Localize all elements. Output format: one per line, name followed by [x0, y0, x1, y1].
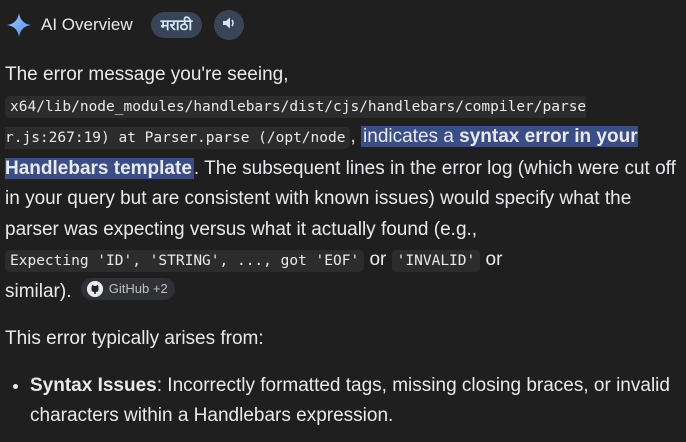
code-text: r.js:267:19) at Parser.parse (/opt/node: [5, 130, 346, 146]
github-icon: [86, 281, 103, 298]
answer-paragraph: The error message you're seeing, x64/lib/…: [5, 60, 681, 307]
code-snippet-expecting: Expecting 'ID', 'STRING', ..., got 'EOF': [5, 250, 365, 272]
highlight-text: indicates a: [363, 126, 460, 147]
paragraph-text: The error message you're seeing,: [5, 64, 289, 85]
answer-paragraph-2: This error typically arises from:: [5, 328, 264, 349]
paragraph-text: similar).: [5, 280, 72, 302]
paragraph-text: or: [485, 249, 503, 270]
list-item: Syntax Issues: Incorrectly formatted tag…: [30, 371, 681, 432]
speaker-icon: [221, 15, 237, 36]
language-chip[interactable]: मराठी: [150, 12, 203, 38]
list-item-title: Syntax Issues: [30, 374, 157, 396]
cause-list: Syntax Issues: Incorrectly formatted tag…: [5, 371, 681, 432]
paragraph-text: or: [369, 249, 387, 270]
sparkle-icon: [6, 12, 32, 38]
code-snippet-invalid: 'INVALID': [391, 250, 481, 272]
ai-overview-header: AI Overview मराठी: [6, 10, 245, 40]
paragraph-text: ,: [350, 126, 356, 147]
code-text: x64/lib/node_modules/handlebars/dist/cjs…: [10, 98, 587, 115]
ai-overview-body: The error message you're seeing, x64/lib/…: [5, 60, 681, 432]
source-chip[interactable]: GitHub +2: [80, 278, 175, 301]
listen-button[interactable]: [214, 10, 245, 40]
source-chip-label: GitHub +2: [108, 281, 168, 297]
ai-overview-title: AI Overview: [41, 15, 133, 34]
